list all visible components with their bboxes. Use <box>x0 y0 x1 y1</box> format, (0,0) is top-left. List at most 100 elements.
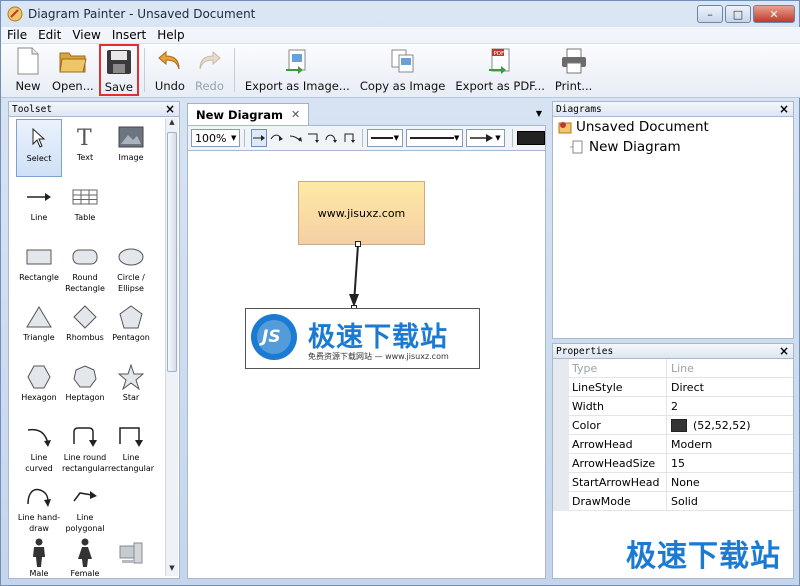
tool-ellipse[interactable]: Circle / Ellipse <box>108 239 154 297</box>
tool-line[interactable]: Line <box>16 179 62 237</box>
print-button[interactable]: Print... <box>550 44 597 96</box>
tool-text[interactable]: T Text <box>62 119 108 177</box>
floppy-disk-icon <box>105 48 133 76</box>
star-icon <box>116 362 146 392</box>
line-width-select[interactable]: ▼ <box>405 129 464 147</box>
connector-rect-button[interactable] <box>306 129 322 147</box>
diagrams-close-button[interactable]: × <box>779 102 789 116</box>
title-bar: Diagram Painter - Unsaved Document – □ ✕ <box>1 1 800 27</box>
diagrams-header: Diagrams × <box>552 101 794 117</box>
tool-triangle[interactable]: Triangle <box>16 299 62 357</box>
tool-heptagon[interactable]: Heptagon <box>62 359 108 417</box>
tool-line-handdraw[interactable]: Line hand-draw <box>16 479 62 537</box>
app-logo-icon <box>7 6 23 22</box>
new-button[interactable]: New <box>9 44 47 96</box>
toolset-close-button[interactable]: × <box>165 102 175 116</box>
toolbar-separator <box>143 48 145 92</box>
svg-text:PDF: PDF <box>494 51 505 57</box>
color-swatch <box>671 418 687 432</box>
scroll-up-arrow-icon[interactable]: ▲ <box>166 118 178 130</box>
rectangle-icon <box>24 242 54 272</box>
app-window: Diagram Painter - Unsaved Document – □ ✕… <box>0 0 800 586</box>
line-round-rect-icon <box>70 422 100 452</box>
connector-curved-button[interactable] <box>269 129 285 147</box>
toolset-panel: Toolset × Select T Text Image Line Table… <box>8 101 180 579</box>
logo-image-shape[interactable]: JS 极速下载站 免费资源下载网站 — www.jisuxz.com <box>245 308 480 369</box>
tool-line-round-rect[interactable]: Line round rectangular <box>62 419 108 477</box>
diagram-tree: Unsaved Document New Diagram <box>552 117 794 339</box>
menu-file[interactable]: File <box>7 28 27 42</box>
tab-list-dropdown-icon[interactable]: ▼ <box>536 109 542 118</box>
menu-edit[interactable]: Edit <box>38 28 61 42</box>
logo-subtitle: 免费资源下载网站 — www.jisuxz.com <box>308 352 449 361</box>
tool-star[interactable]: Star <box>108 359 154 417</box>
zoom-select[interactable]: 100% ▼ <box>191 129 241 147</box>
tool-rhombus[interactable]: Rhombus <box>62 299 108 357</box>
tool-round-rectangle[interactable]: Round Rectangle <box>62 239 108 297</box>
arrowhead-select[interactable]: ▼ <box>466 129 505 147</box>
line-curved-icon <box>24 422 54 452</box>
undo-button[interactable]: Undo <box>150 44 190 96</box>
hexagon-icon <box>24 362 54 392</box>
menu-help[interactable]: Help <box>157 28 184 42</box>
folder-open-icon <box>59 47 87 75</box>
close-button[interactable]: ✕ <box>753 5 795 23</box>
menu-insert[interactable]: Insert <box>112 28 146 42</box>
scrollbar-thumb[interactable] <box>167 132 177 372</box>
line-color-button[interactable] <box>516 131 545 145</box>
scroll-down-arrow-icon[interactable]: ▼ <box>166 564 178 576</box>
connector-direct-button[interactable] <box>251 129 268 147</box>
tool-hexagon[interactable]: Hexagon <box>16 359 62 417</box>
tool-line-polygonal[interactable]: Line polygonal <box>62 479 108 537</box>
tool-male[interactable]: Male <box>16 535 62 586</box>
tool-table[interactable]: Table <box>62 179 108 237</box>
dash-style-select[interactable]: ▼ <box>366 129 403 147</box>
text-t-icon: T <box>70 122 100 152</box>
export-pdf-button[interactable]: PDF Export as PDF... <box>450 44 550 96</box>
menu-view[interactable]: View <box>72 28 100 42</box>
copy-image-button[interactable]: Copy as Image <box>355 44 451 96</box>
property-row-color[interactable]: Color (52,52,52) <box>553 416 793 435</box>
table-icon <box>70 182 100 212</box>
property-row-startarrowhead[interactable]: StartArrowHead None <box>553 473 793 492</box>
tab-close-icon[interactable]: ✕ <box>291 108 300 121</box>
export-image-button[interactable]: Export as Image... <box>240 44 355 96</box>
connector-start-handle[interactable] <box>355 241 361 247</box>
svg-text:T: T <box>77 126 92 148</box>
open-button[interactable]: Open... <box>47 44 99 96</box>
property-row-drawmode[interactable]: DrawMode Solid <box>553 492 793 511</box>
tab-new-diagram[interactable]: New Diagram ✕ <box>187 103 310 125</box>
properties-close-button[interactable]: × <box>779 344 789 358</box>
save-button[interactable]: Save <box>98 44 139 96</box>
tool-computer[interactable] <box>108 535 154 586</box>
diagram-toolbar: 100% ▼ ▼ ▼ ▼ <box>187 125 546 151</box>
redo-button[interactable]: Redo <box>190 44 229 96</box>
export-image-icon <box>283 47 311 75</box>
connector-square-button[interactable] <box>342 129 358 147</box>
minimize-button[interactable]: – <box>697 5 723 23</box>
maximize-button[interactable]: □ <box>725 5 751 23</box>
tool-pentagon[interactable]: Pentagon <box>108 299 154 357</box>
page-icon <box>570 140 583 154</box>
property-row-arrowheadsize[interactable]: ArrowHeadSize 15 <box>553 454 793 473</box>
rhombus-icon <box>70 302 100 332</box>
tool-line-curved[interactable]: Line curved <box>16 419 62 477</box>
diagram-canvas[interactable]: www.jisuxz.com JS 极速下载站 免费资源下载网站 — www.j… <box>187 151 546 579</box>
toolset-scrollbar[interactable]: ▲ ▼ <box>165 118 178 576</box>
connector-arc-button[interactable] <box>288 129 304 147</box>
female-figure-icon <box>70 538 100 568</box>
heptagon-icon <box>70 362 100 392</box>
tree-item-document[interactable]: Unsaved Document <box>558 119 709 135</box>
tool-line-rect[interactable]: Line rectangular <box>108 419 154 477</box>
round-rectangle-icon <box>70 242 100 272</box>
tool-rectangle[interactable]: Rectangle <box>16 239 62 297</box>
tool-select[interactable]: Select <box>16 119 62 177</box>
tool-female[interactable]: Female <box>62 535 108 586</box>
tree-item-diagram[interactable]: New Diagram <box>569 139 681 155</box>
watermark-text: 极速下载站 <box>626 539 781 574</box>
property-row-linestyle[interactable]: LineStyle Direct <box>553 378 793 397</box>
property-row-width[interactable]: Width 2 <box>553 397 793 416</box>
tool-image[interactable]: Image <box>108 119 154 177</box>
property-row-arrowhead[interactable]: ArrowHead Modern <box>553 435 793 454</box>
connector-round-button[interactable] <box>324 129 340 147</box>
